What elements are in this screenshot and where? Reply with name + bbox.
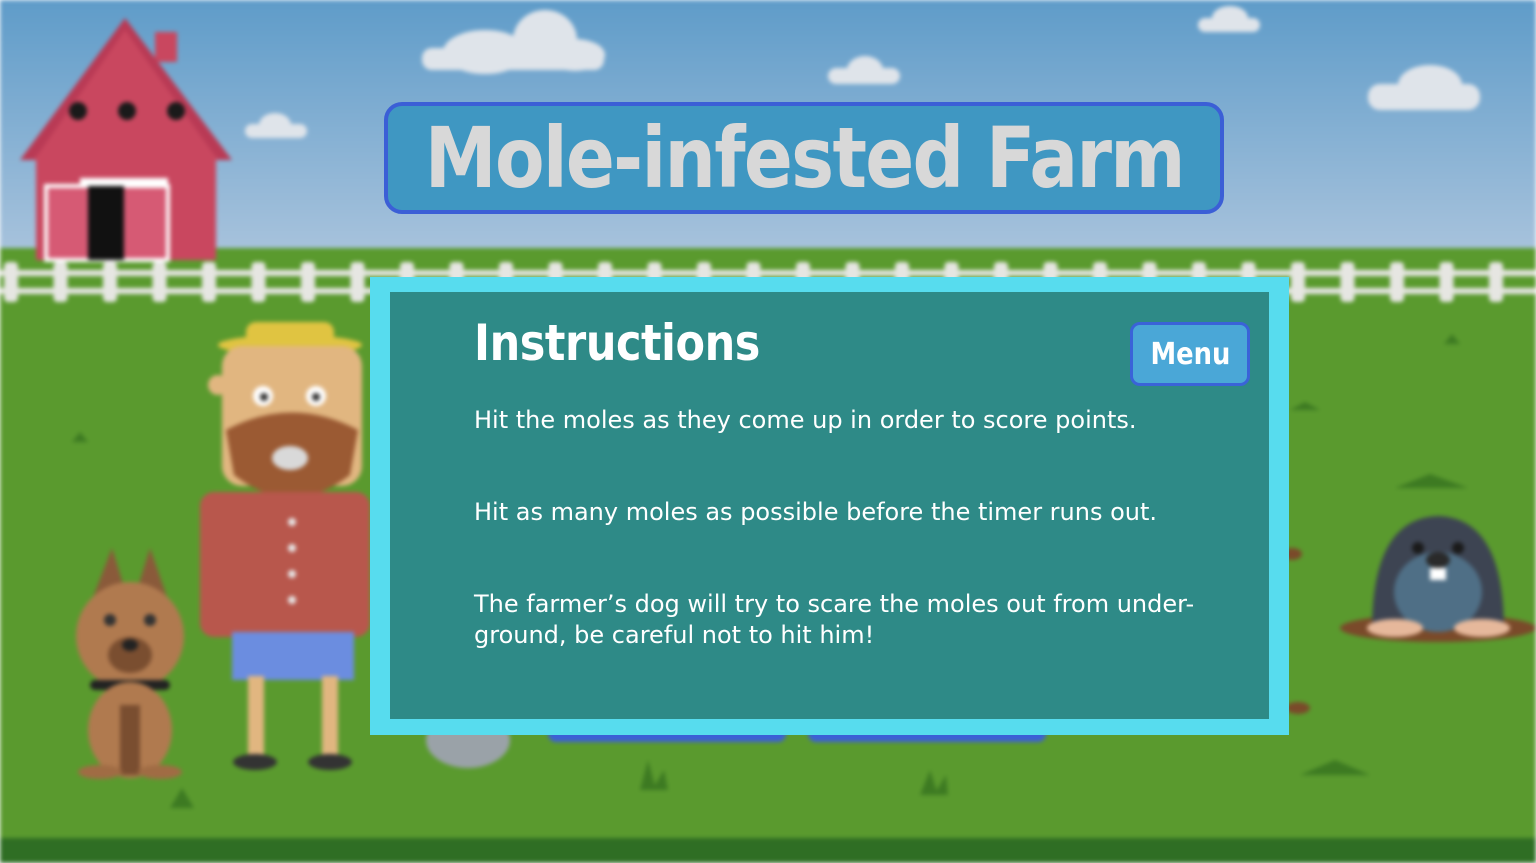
fence-post [103, 262, 117, 302]
fence-post [4, 262, 18, 302]
fence-post [202, 262, 216, 302]
instruction-line: Hit the moles as they come up in order t… [474, 406, 1137, 434]
fence-post [350, 262, 365, 302]
menu-button[interactable]: Menu [1130, 322, 1250, 386]
fence-post [1439, 262, 1454, 302]
fence-post [53, 262, 68, 302]
instructions-heading: Instructions [474, 314, 760, 372]
instructions-panel: Instructions Menu Hit the moles as they … [370, 277, 1289, 735]
ground-strip [0, 838, 1536, 863]
fence-post [152, 262, 167, 302]
fence-post [251, 262, 266, 302]
fence-post [301, 262, 315, 302]
instructions-panel-body: Instructions Menu Hit the moles as they … [390, 292, 1269, 719]
menu-button-label: Menu [1150, 336, 1230, 372]
instruction-line: The farmer’s dog will try to scare the m… [474, 590, 1195, 649]
fence-post [1291, 262, 1305, 302]
game-title: Mole-infested Farm [424, 109, 1185, 207]
fence-post [1390, 262, 1404, 302]
fence-post [1340, 262, 1355, 302]
instruction-line: Hit as many moles as possible before the… [474, 498, 1158, 526]
game-title-banner: Mole-infested Farm [384, 102, 1224, 214]
fence-post [1489, 262, 1503, 302]
mole-hole [1286, 702, 1310, 714]
game-scene: Mole-infested Farm Instructions Menu Hit… [0, 0, 1536, 863]
